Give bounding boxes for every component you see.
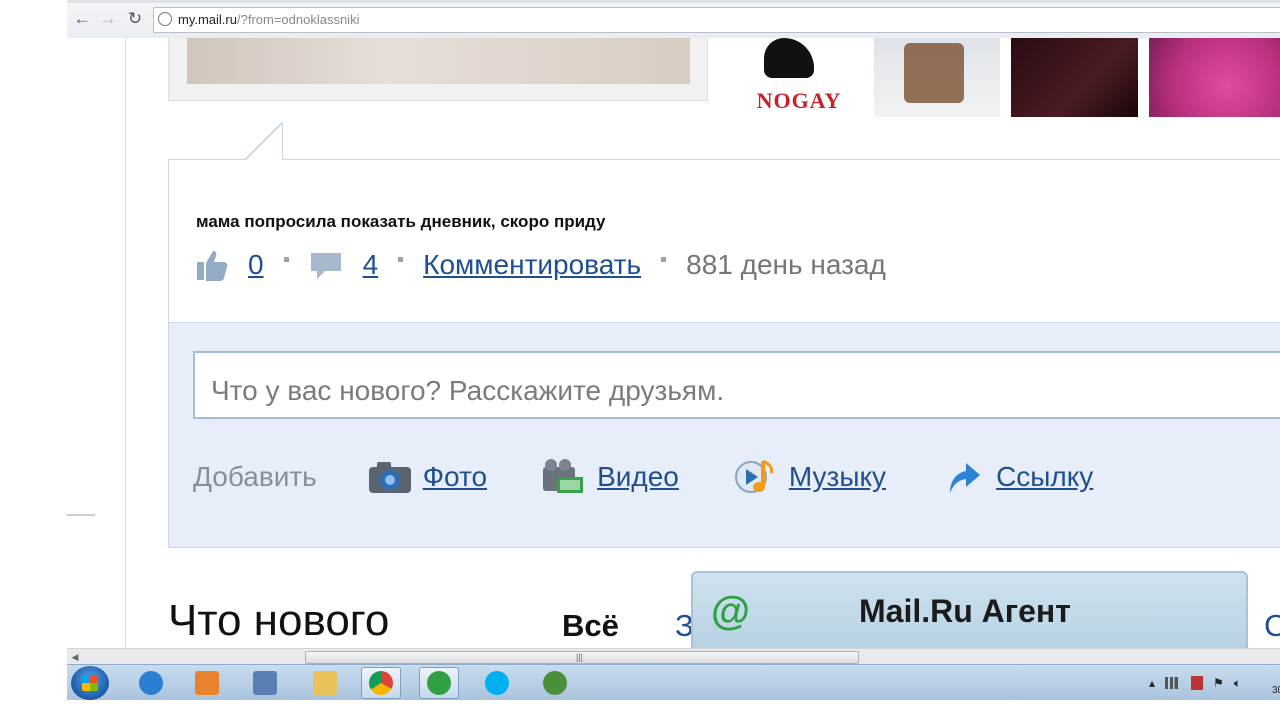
taskbar-skype[interactable] <box>477 667 517 699</box>
feed-right-link[interactable]: С <box>1264 608 1280 644</box>
taskbar-ie[interactable] <box>131 667 171 699</box>
thumbs-up-icon[interactable] <box>194 248 230 282</box>
back-icon[interactable]: ← <box>71 8 93 30</box>
url-path: /?from=odnoklassniki <box>236 12 360 27</box>
add-photo-button[interactable]: Фото <box>367 457 487 497</box>
add-attachment-row: Добавить Фото Видео Музыку Ссылку <box>193 455 1147 499</box>
bottom-margin <box>0 700 1280 719</box>
feed-title: Что нового <box>168 596 390 645</box>
thumb-dark[interactable] <box>1011 38 1138 117</box>
post-meta: 0 4 Комментировать 881 день назад <box>194 248 886 282</box>
add-photo-label[interactable]: Фото <box>423 461 487 493</box>
add-music-label[interactable]: Музыку <box>789 461 886 493</box>
post-text: мама попросила показать дневник, скоро п… <box>196 212 606 231</box>
start-button[interactable] <box>71 666 109 700</box>
network-icon[interactable] <box>1165 677 1182 689</box>
nogay-logo-text: NOGAY <box>756 88 842 113</box>
forward-icon[interactable]: → <box>97 8 119 30</box>
app-icon <box>543 671 567 695</box>
left-margin <box>0 0 67 719</box>
speech-tail <box>245 122 283 160</box>
add-music-button[interactable]: Музыку <box>733 457 886 497</box>
separator-dot <box>283 256 289 262</box>
browser-toolbar: ← → ↻ my.mail.ru/?from=odnoklassniki <box>67 0 1280 39</box>
add-label: Добавить <box>193 461 317 492</box>
status-composer: Добавить Фото <box>168 322 1280 548</box>
comment-bubble-icon[interactable] <box>309 249 343 281</box>
thumb-horse[interactable] <box>874 38 1000 117</box>
horse-image <box>904 43 964 103</box>
comments-count[interactable]: 4 <box>363 249 379 281</box>
url-host: my.mail.ru <box>178 12 237 27</box>
flag-icon[interactable]: ⚑ <box>1213 676 1224 690</box>
taskbar-agent[interactable] <box>419 667 459 699</box>
chrome-icon <box>369 671 393 695</box>
address-url: my.mail.ru/?from=odnoklassniki <box>178 12 359 27</box>
camera-icon <box>367 457 413 497</box>
ie-icon <box>139 671 163 695</box>
taskbar-media[interactable] <box>187 667 227 699</box>
add-link-label[interactable]: Ссылку <box>996 461 1093 493</box>
tool-icon <box>253 671 277 695</box>
separator-dot <box>398 256 404 262</box>
mail-agent-icon <box>427 671 451 695</box>
scroll-left-icon[interactable]: ◀ <box>69 651 81 663</box>
separator-dot <box>661 256 667 262</box>
windows-taskbar: ▴ ⚑ 🔈︎ 30 <box>67 664 1280 701</box>
music-note-icon <box>733 457 779 497</box>
skype-icon <box>485 671 509 695</box>
page-divider <box>67 514 95 516</box>
dog-logo-icon <box>764 38 814 78</box>
system-tray: ▴ ⚑ 🔈︎ <box>1149 673 1251 693</box>
tray-app-icon[interactable] <box>1191 676 1204 690</box>
comment-link[interactable]: Комментировать <box>423 249 641 281</box>
volume-icon[interactable]: 🔈︎ <box>1234 676 1241 691</box>
taskbar-chrome[interactable] <box>361 667 401 699</box>
status-input[interactable] <box>193 351 1280 419</box>
address-bar[interactable]: my.mail.ru/?from=odnoklassniki <box>153 7 1280 33</box>
grip-icon: ||| <box>576 652 584 662</box>
mailru-agent-panel[interactable]: @ Mail.Ru Агент <box>691 571 1248 648</box>
post-photo-frame <box>168 38 708 101</box>
likes-count[interactable]: 0 <box>248 249 264 281</box>
tray-expand-icon[interactable]: ▴ <box>1149 676 1155 690</box>
page-border-line <box>125 38 126 648</box>
scrollbar-thumb[interactable]: ||| <box>305 651 859 664</box>
add-video-button[interactable]: Видео <box>541 457 679 497</box>
link-arrow-icon <box>940 457 986 497</box>
page-viewport: NOGAY мама попросила показать дневник, с… <box>67 38 1280 648</box>
reload-icon[interactable]: ↻ <box>124 8 146 30</box>
windows-logo-icon <box>82 675 98 691</box>
taskbar-explorer[interactable] <box>305 667 345 699</box>
agent-at-icon: @ <box>711 589 751 633</box>
video-camera-icon <box>541 457 587 497</box>
agent-title: Mail.Ru Агент <box>859 593 1071 629</box>
media-player-icon <box>195 671 219 695</box>
thumb-nogay[interactable]: NOGAY <box>734 38 864 117</box>
feed-tab-all[interactable]: Всё <box>562 608 619 644</box>
globe-icon <box>158 12 172 26</box>
add-link-button[interactable]: Ссылку <box>940 457 1093 497</box>
thumb-pink[interactable] <box>1149 38 1280 117</box>
taskbar-tool[interactable] <box>245 667 285 699</box>
post-timestamp: 881 день назад <box>686 249 886 280</box>
tab-strip-edge <box>67 0 1280 3</box>
add-video-label[interactable]: Видео <box>597 461 679 493</box>
horizontal-scrollbar[interactable]: ◀ ||| <box>67 648 1280 665</box>
taskbar-other[interactable] <box>535 667 575 699</box>
folder-icon <box>313 671 337 695</box>
post-card: мама попросила показать дневник, скоро п… <box>168 122 1280 323</box>
clock[interactable]: 30 <box>1272 685 1280 696</box>
post-photo[interactable] <box>187 38 690 84</box>
